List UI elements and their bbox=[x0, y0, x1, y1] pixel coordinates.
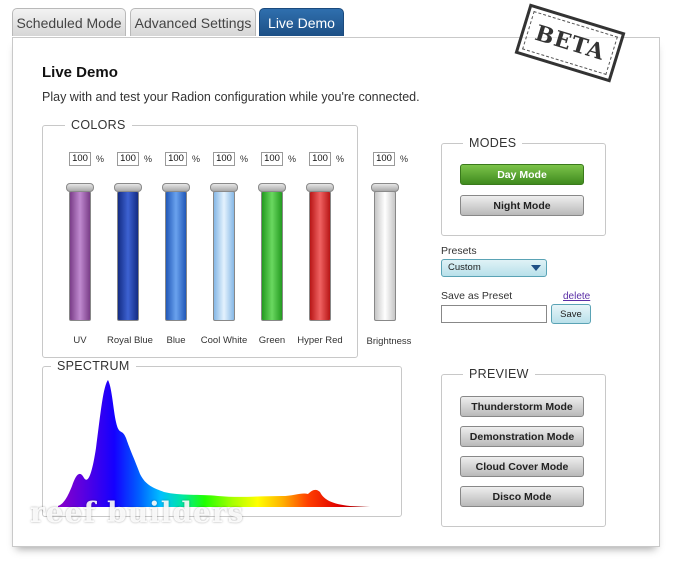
blue-percent: % bbox=[192, 154, 201, 164]
modes-group: MODES bbox=[441, 136, 606, 236]
cool-white-value-input[interactable]: 100 bbox=[213, 152, 235, 166]
preview-legend: PREVIEW bbox=[463, 367, 535, 381]
thunderstorm-mode-button[interactable]: Thunderstorm Mode bbox=[460, 396, 584, 417]
royal-blue-slider-handle[interactable] bbox=[114, 183, 142, 192]
spectrum-legend: SPECTRUM bbox=[51, 359, 136, 373]
tab-scheduled-mode[interactable]: Scheduled Mode bbox=[12, 8, 126, 36]
green-value-input[interactable]: 100 bbox=[261, 152, 283, 166]
uv-percent: % bbox=[96, 154, 105, 164]
royal-blue-slider-track[interactable] bbox=[117, 191, 139, 321]
uv-value-input[interactable]: 100 bbox=[69, 152, 91, 166]
hyper-red-percent: % bbox=[336, 154, 345, 164]
brightness-percent: % bbox=[400, 154, 409, 164]
save-preset-button[interactable]: Save bbox=[551, 304, 591, 324]
cool-white-percent: % bbox=[240, 154, 249, 164]
save-as-preset-label: Save as Preset bbox=[441, 290, 513, 302]
chevron-down-icon bbox=[531, 265, 541, 271]
brightness-value-input[interactable]: 100 bbox=[373, 152, 395, 166]
cool-white-slider-track[interactable] bbox=[213, 191, 235, 321]
cloud-cover-mode-button[interactable]: Cloud Cover Mode bbox=[460, 456, 584, 477]
brightness-slider-handle[interactable] bbox=[371, 183, 399, 192]
night-mode-button[interactable]: Night Mode bbox=[460, 195, 584, 216]
watermark-logo: reef builders bbox=[30, 496, 245, 529]
presets-selected-value: Custom bbox=[448, 262, 481, 273]
green-slider-track[interactable] bbox=[261, 191, 283, 321]
tab-live-demo[interactable]: Live Demo bbox=[259, 8, 344, 36]
page-title: Live Demo bbox=[42, 64, 118, 81]
hyper-red-value-input[interactable]: 100 bbox=[309, 152, 331, 166]
spectrum-graph bbox=[58, 380, 370, 507]
blue-slider-track[interactable] bbox=[165, 191, 187, 321]
hyper-red-slider-track[interactable] bbox=[309, 191, 331, 321]
beta-stamp-text: BETA bbox=[531, 20, 609, 66]
hyper-red-label: Hyper Red bbox=[297, 335, 343, 346]
brightness-label: Brightness bbox=[366, 336, 412, 347]
presets-select[interactable]: Custom bbox=[441, 259, 547, 277]
tab-advanced-settings[interactable]: Advanced Settings bbox=[130, 8, 256, 36]
hyper-red-slider-handle[interactable] bbox=[306, 183, 334, 192]
presets-label: Presets bbox=[441, 245, 477, 257]
blue-slider-handle[interactable] bbox=[162, 183, 190, 192]
green-percent: % bbox=[288, 154, 297, 164]
green-slider-handle[interactable] bbox=[258, 183, 286, 192]
modes-legend: MODES bbox=[463, 136, 523, 150]
spectrum-curve bbox=[58, 380, 370, 507]
day-mode-button[interactable]: Day Mode bbox=[460, 164, 584, 185]
brightness-slider-track[interactable] bbox=[374, 191, 396, 321]
cool-white-slider-handle[interactable] bbox=[210, 183, 238, 192]
blue-value-input[interactable]: 100 bbox=[165, 152, 187, 166]
preset-name-input[interactable] bbox=[441, 305, 547, 323]
uv-slider-handle[interactable] bbox=[66, 183, 94, 192]
royal-blue-percent: % bbox=[144, 154, 153, 164]
delete-preset-link[interactable]: delete bbox=[563, 291, 590, 302]
colors-legend: COLORS bbox=[65, 118, 132, 132]
demonstration-mode-button[interactable]: Demonstration Mode bbox=[460, 426, 584, 447]
disco-mode-button[interactable]: Disco Mode bbox=[460, 486, 584, 507]
uv-slider-track[interactable] bbox=[69, 191, 91, 321]
page-subtitle: Play with and test your Radion configura… bbox=[42, 90, 420, 104]
royal-blue-value-input[interactable]: 100 bbox=[117, 152, 139, 166]
